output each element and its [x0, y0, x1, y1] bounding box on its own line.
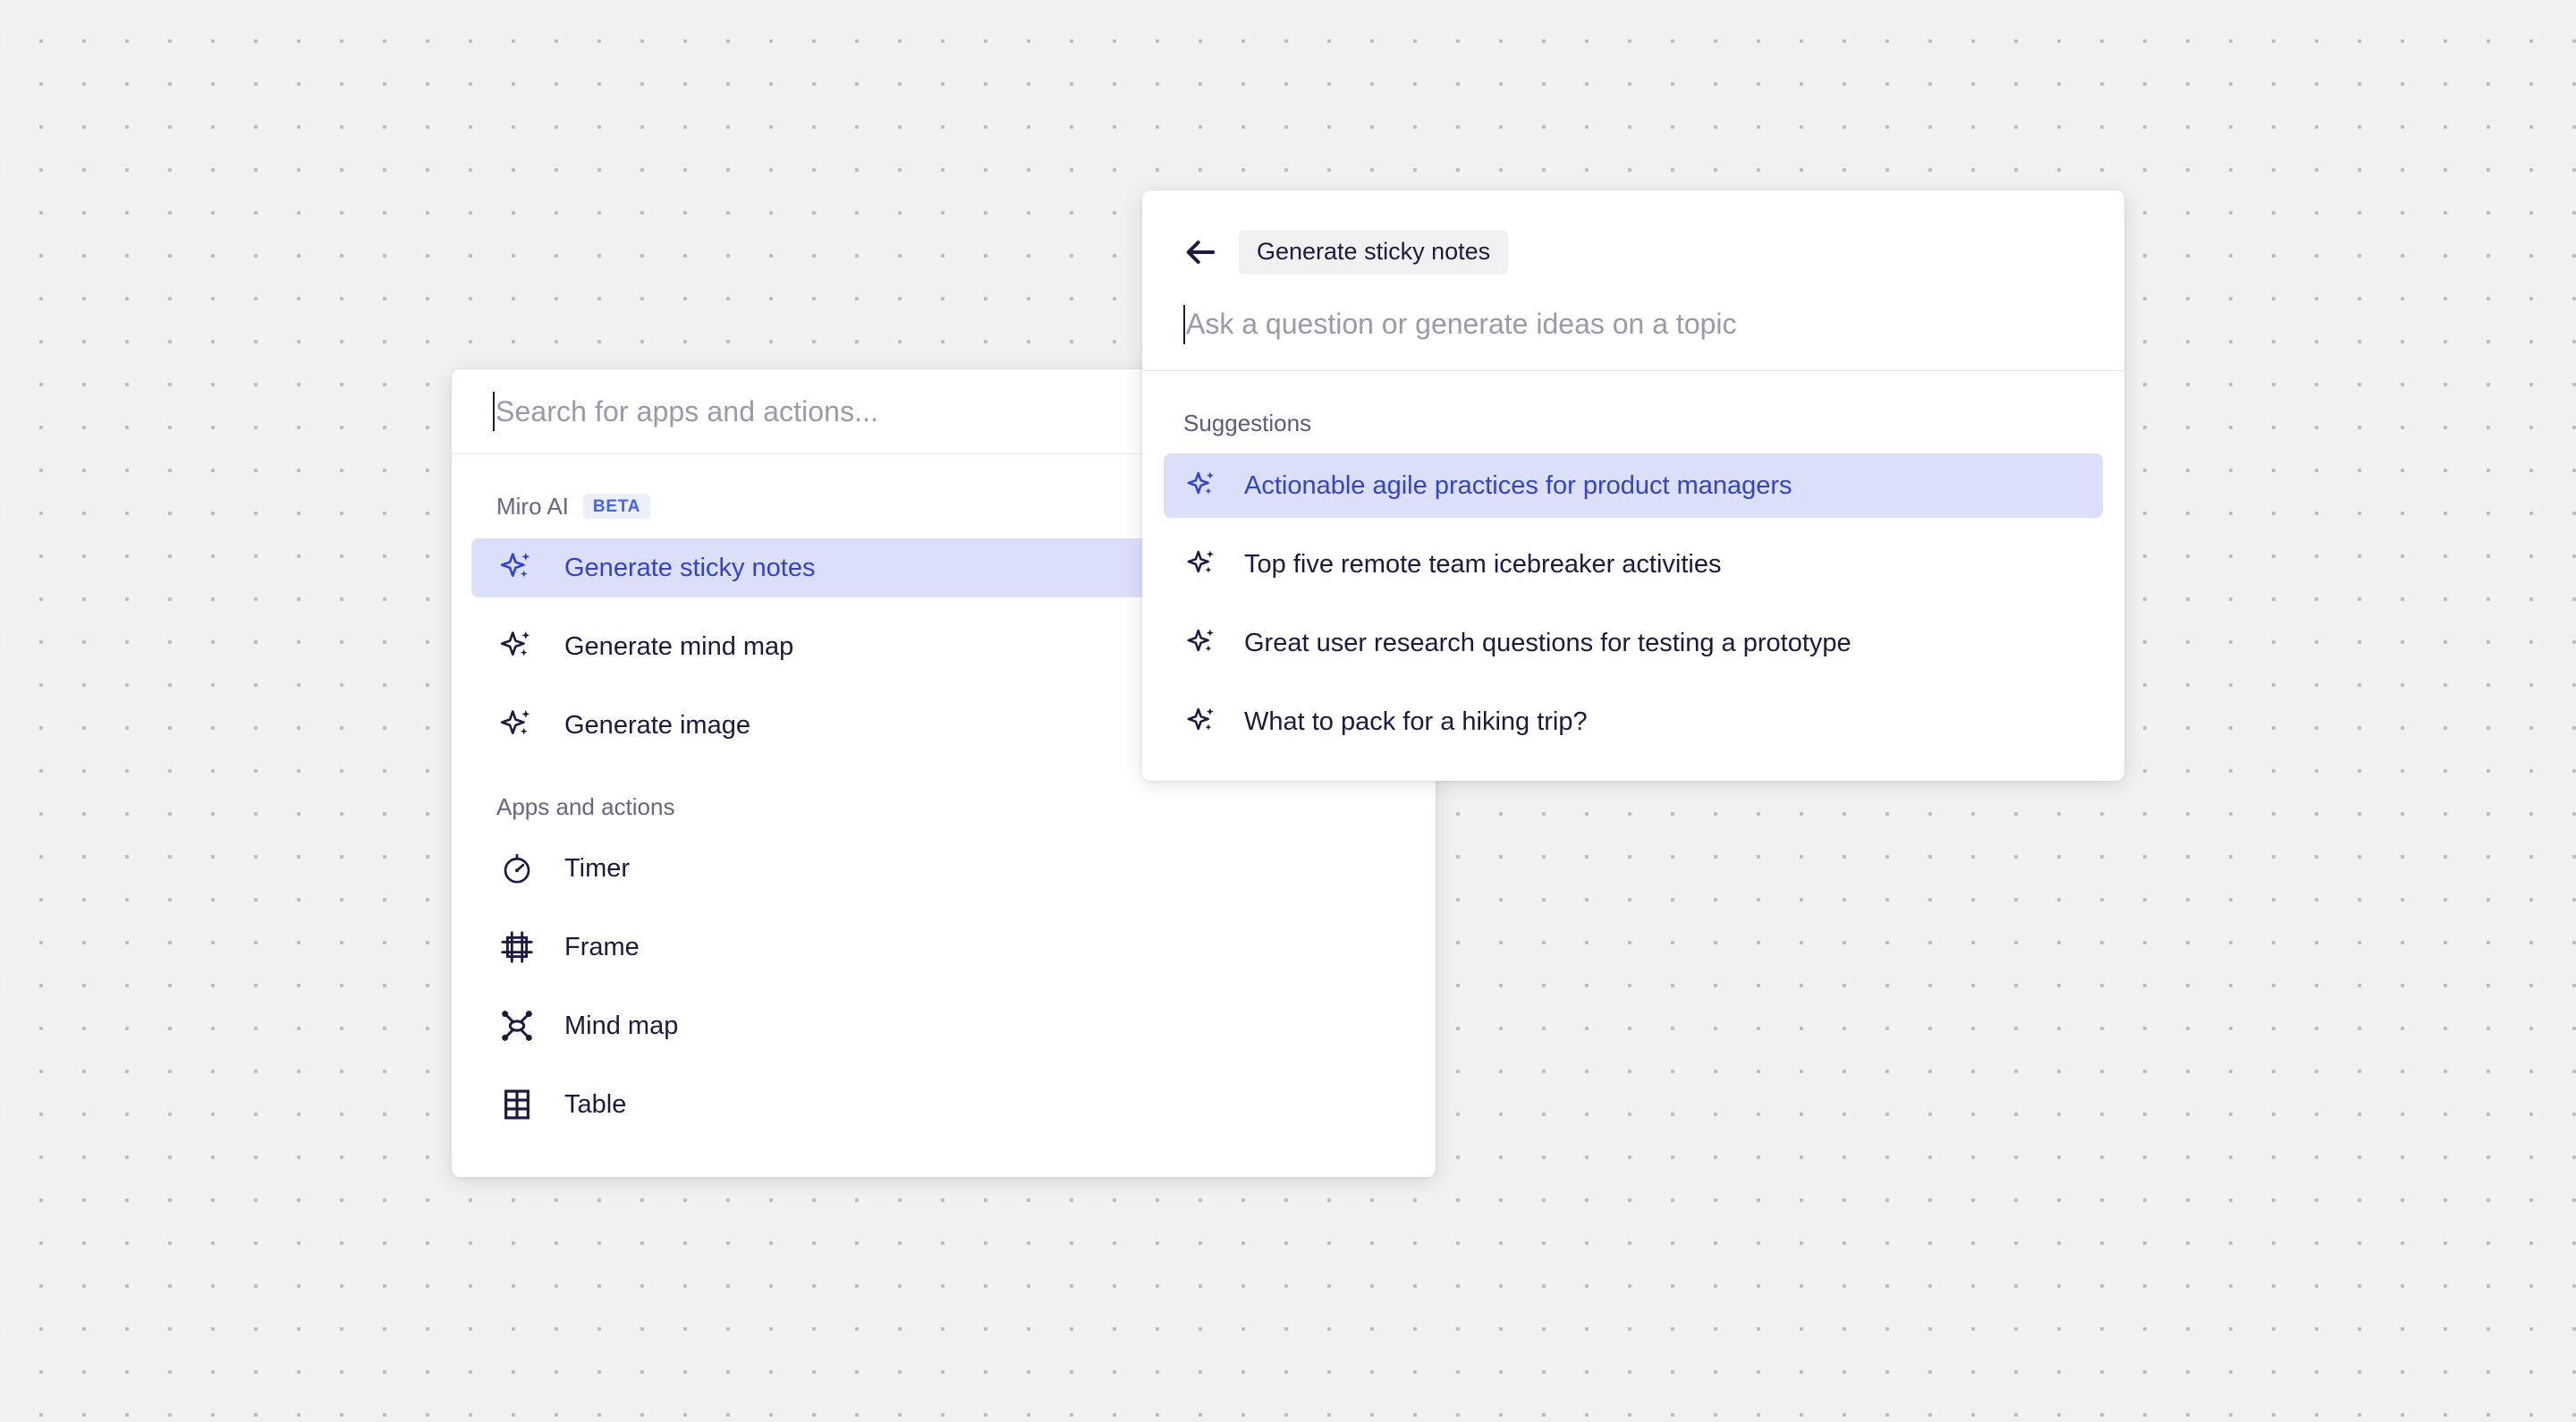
sparkle-icon: [1183, 467, 1221, 504]
mind-map-icon: [496, 1005, 538, 1046]
suggestion-label: Great user research questions for testin…: [1244, 628, 1852, 657]
arrow-left-icon[interactable]: [1182, 233, 1219, 271]
suggestions-label: Suggestions: [1183, 409, 1312, 436]
list-item-label: Timer: [564, 853, 631, 883]
suggestion-item-user-research-questions[interactable]: Great user research questions for testin…: [1164, 611, 2103, 675]
list-item-table[interactable]: Table: [471, 1075, 1416, 1134]
sparkle-icon: [496, 705, 538, 746]
suggestion-list: Actionable agile practices for product m…: [1142, 453, 2124, 754]
suggestion-item-agile-practices[interactable]: Actionable agile practices for product m…: [1164, 453, 2103, 518]
ai-prompt-input[interactable]: Ask a question or generate ideas on a to…: [1186, 308, 1737, 341]
sparkle-icon: [1183, 624, 1221, 662]
list-item-label: Generate sticky notes: [564, 553, 816, 582]
group-label-apps-and-actions: Apps and actions: [452, 782, 1436, 832]
suggestion-item-hiking-trip[interactable]: What to pack for a hiking trip?: [1164, 690, 2103, 754]
beta-badge: BETA: [582, 494, 651, 519]
table-icon: [496, 1084, 538, 1125]
text-caret: [493, 392, 495, 431]
text-caret: [1183, 304, 1185, 344]
suggestion-label: Actionable agile practices for product m…: [1244, 470, 1792, 500]
list-item-timer[interactable]: Timer: [471, 839, 1416, 898]
sparkle-icon: [1183, 703, 1221, 741]
sparkle-icon: [496, 626, 538, 667]
list-item-mind-map[interactable]: Mind map: [471, 996, 1416, 1055]
list-item-label: Frame: [564, 932, 640, 961]
suggestion-label: What to pack for a hiking trip?: [1244, 707, 1588, 736]
list-item-label: Generate image: [564, 710, 750, 740]
mode-chip[interactable]: Generate sticky notes: [1239, 230, 1509, 275]
sparkle-icon: [1183, 546, 1221, 583]
timer-icon: [496, 848, 538, 889]
suggestion-item-icebreaker-activities[interactable]: Top five remote team icebreaker activiti…: [1164, 532, 2103, 597]
ai-prompt-row[interactable]: Ask a question or generate ideas on a to…: [1142, 278, 2124, 371]
list-item-frame[interactable]: Frame: [471, 918, 1416, 977]
list-item-label: Generate mind map: [564, 631, 794, 661]
ai-panel-header: Generate sticky notes: [1142, 190, 2124, 278]
list-item-label: Table: [564, 1089, 627, 1119]
sparkle-icon: [496, 547, 538, 588]
apps-and-actions-item-list: Timer Frame Mind map Table: [452, 839, 1436, 1134]
group-label-text: Miro AI: [496, 492, 569, 520]
frame-icon: [496, 927, 538, 968]
group-label-text: Apps and actions: [496, 792, 675, 820]
suggestion-label: Top five remote team icebreaker activiti…: [1244, 549, 1722, 579]
search-input[interactable]: Search for apps and actions...: [496, 395, 878, 428]
generate-sticky-notes-panel: Generate sticky notes Ask a question or …: [1142, 190, 2124, 781]
list-item-label: Mind map: [564, 1011, 679, 1040]
